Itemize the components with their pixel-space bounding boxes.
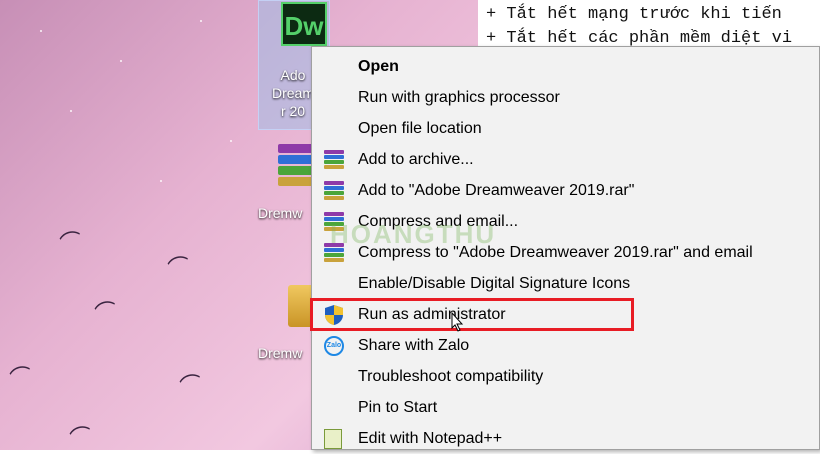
menu-item-troubleshoot-compatibility[interactable]: Troubleshoot compatibility	[312, 361, 819, 392]
menu-item-label: Open	[358, 58, 399, 75]
menu-item-label: Pin to Start	[358, 399, 438, 416]
menu-item-open[interactable]: Open	[312, 51, 819, 82]
menu-item-label: Share with Zalo	[358, 337, 470, 354]
notepad-plus-plus-icon	[324, 429, 342, 449]
notes-line-1: + Tắt hết mạng trước khi tiến	[486, 5, 782, 24]
menu-item-add-to-archive[interactable]: Add to archive...	[312, 144, 819, 175]
bird-silhouette: ⌒	[57, 227, 86, 258]
mouse-cursor-icon	[451, 312, 464, 332]
dreamweaver-icon: Dw	[281, 2, 327, 46]
menu-item-pin-to-start[interactable]: Pin to Start	[312, 392, 819, 423]
bird-silhouette: ⌒	[67, 422, 96, 450]
winrar-icon	[324, 150, 344, 170]
winrar-icon	[324, 181, 344, 201]
menu-item-share-with-zalo[interactable]: Zalo Share with Zalo	[312, 330, 819, 361]
menu-item-label: Troubleshoot compatibility	[358, 368, 544, 385]
menu-item-edit-with-notepad-plus-plus[interactable]: Edit with Notepad++	[312, 423, 819, 454]
bird-silhouette: ⌒	[165, 252, 194, 283]
menu-item-digital-signature-icons[interactable]: Enable/Disable Digital Signature Icons	[312, 268, 819, 299]
menu-item-label: Open file location	[358, 120, 482, 137]
highlight-box	[310, 298, 634, 331]
bird-silhouette: ⌒	[177, 370, 206, 401]
bird-silhouette: ⌒	[7, 362, 36, 393]
menu-item-label: Add to archive...	[358, 151, 474, 168]
watermark-text: HOANGTHU	[330, 219, 497, 249]
menu-item-add-to-rar[interactable]: Add to "Adobe Dreamweaver 2019.rar"	[312, 175, 819, 206]
menu-item-label: Edit with Notepad++	[358, 430, 503, 447]
menu-item-label: Add to "Adobe Dreamweaver 2019.rar"	[358, 182, 635, 199]
rar-icon-label: Dremw	[258, 205, 303, 221]
folder-icon-label: Dremw	[258, 345, 303, 361]
menu-item-label: Run with graphics processor	[358, 89, 560, 106]
menu-item-label: Enable/Disable Digital Signature Icons	[358, 275, 631, 292]
zalo-icon: Zalo	[324, 336, 344, 356]
bird-silhouette: ⌒	[92, 297, 121, 328]
menu-item-run-with-graphics-processor[interactable]: Run with graphics processor	[312, 82, 819, 113]
menu-item-open-file-location[interactable]: Open file location	[312, 113, 819, 144]
